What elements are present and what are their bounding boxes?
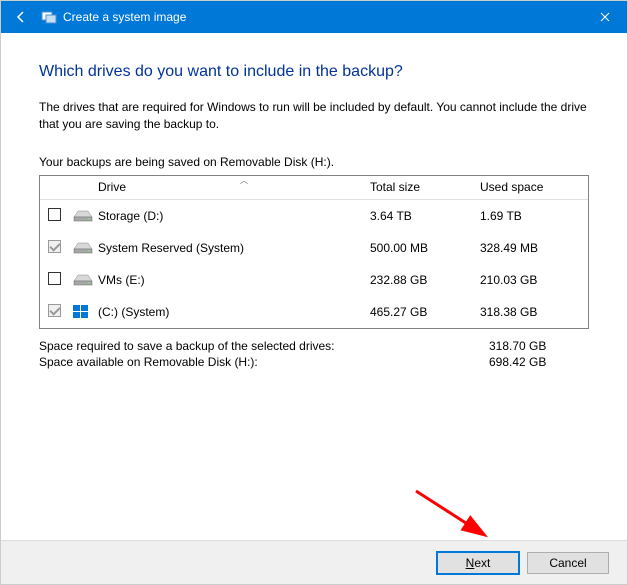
table-header[interactable]: Drive ︿ Total size Used space: [40, 176, 588, 200]
system-image-icon: [41, 9, 57, 25]
description-text: The drives that are required for Windows…: [39, 99, 589, 133]
titlebar: Create a system image: [1, 1, 627, 33]
drive-icon: [72, 273, 98, 287]
space-required-value: 318.70 GB: [489, 339, 589, 353]
drive-checkbox[interactable]: [48, 272, 61, 285]
table-row[interactable]: VMs (E:)232.88 GB210.03 GB: [40, 264, 588, 296]
back-button[interactable]: [11, 7, 31, 27]
drive-total-size: 465.27 GB: [370, 305, 480, 319]
next-button[interactable]: Next: [437, 552, 519, 574]
drive-icon: [72, 303, 98, 321]
drive-name: Storage (D:): [98, 209, 370, 223]
space-required-label: Space required to save a backup of the s…: [39, 339, 489, 353]
drive-used-space: 318.38 GB: [480, 305, 580, 319]
drive-icon: [72, 241, 98, 255]
drive-name: (C:) (System): [98, 305, 370, 319]
cancel-button[interactable]: Cancel: [527, 552, 609, 574]
drive-checkbox: [48, 304, 61, 317]
drive-used-space: 328.49 MB: [480, 241, 580, 255]
sort-indicator-icon: ︿: [240, 175, 248, 186]
drive-used-space: 210.03 GB: [480, 273, 580, 287]
table-row[interactable]: System Reserved (System)500.00 MB328.49 …: [40, 232, 588, 264]
space-available-label: Space available on Removable Disk (H:):: [39, 355, 489, 369]
column-total-size[interactable]: Total size: [370, 180, 480, 194]
table-row[interactable]: (C:) (System)465.27 GB318.38 GB: [40, 296, 588, 328]
drive-used-space: 1.69 TB: [480, 209, 580, 223]
dialog-content: Which drives do you want to include in t…: [1, 33, 627, 369]
space-available-value: 698.42 GB: [489, 355, 589, 369]
summary-section: Space required to save a backup of the s…: [39, 339, 589, 369]
dialog-footer: Next Cancel: [1, 540, 627, 584]
backup-location-label: Your backups are being saved on Removabl…: [39, 155, 589, 169]
drives-table: Drive ︿ Total size Used space Storage (D…: [39, 175, 589, 329]
drive-total-size: 500.00 MB: [370, 241, 480, 255]
table-row[interactable]: Storage (D:)3.64 TB1.69 TB: [40, 200, 588, 232]
drive-name: VMs (E:): [98, 273, 370, 287]
page-heading: Which drives do you want to include in t…: [39, 63, 589, 81]
drive-name: System Reserved (System): [98, 241, 370, 255]
drive-total-size: 3.64 TB: [370, 209, 480, 223]
close-button[interactable]: [582, 1, 627, 33]
drive-icon: [72, 209, 98, 223]
window-title: Create a system image: [63, 10, 186, 24]
drive-checkbox[interactable]: [48, 208, 61, 221]
column-drive[interactable]: Drive: [98, 180, 370, 194]
drive-total-size: 232.88 GB: [370, 273, 480, 287]
annotation-arrow: [411, 486, 501, 546]
column-used-space[interactable]: Used space: [480, 180, 580, 194]
drive-checkbox: [48, 240, 61, 253]
